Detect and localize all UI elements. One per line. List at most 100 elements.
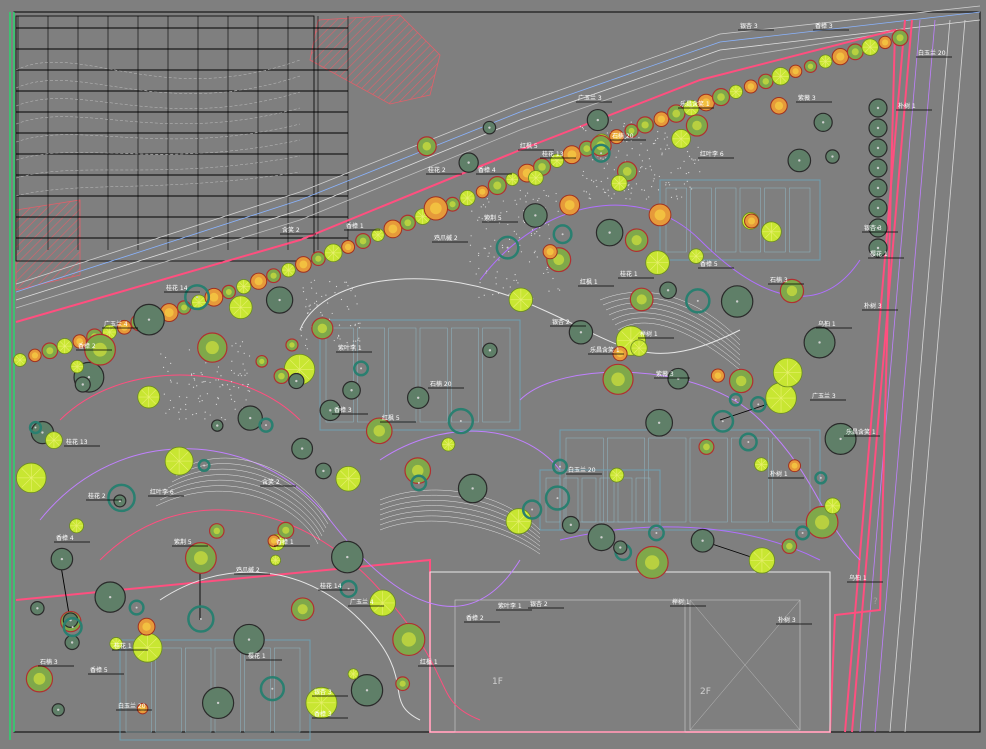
paving-dot <box>685 172 687 175</box>
paving-dot <box>301 326 303 328</box>
unit-outline <box>419 327 448 423</box>
tree-symbol <box>266 268 282 284</box>
paving-dot <box>354 324 356 326</box>
paving-dot <box>485 228 487 230</box>
paving-dot <box>203 381 205 383</box>
paving-dot <box>354 295 356 297</box>
paving-dot <box>331 312 333 315</box>
paving-dot <box>502 200 504 202</box>
plant-label: 银杏 3 <box>740 22 758 30</box>
tree-symbol <box>771 67 790 86</box>
unit-outline <box>274 647 301 733</box>
plant-label: 桂花 2 <box>428 166 446 174</box>
paving-dot <box>477 254 480 257</box>
paving-dot <box>643 189 646 191</box>
paving-dot <box>502 287 504 289</box>
unit-outline <box>244 647 271 733</box>
paving-dot <box>321 314 323 316</box>
tree-symbol <box>441 437 456 452</box>
paving-dot <box>245 399 247 401</box>
unit-outline <box>715 187 737 253</box>
paving-dot <box>493 256 495 258</box>
paving-dot <box>581 126 583 129</box>
paving-dot <box>185 408 187 411</box>
tree-symbol <box>685 288 711 314</box>
plant-label: 桂花 13 <box>542 150 564 158</box>
paving-dot <box>641 166 643 168</box>
paving-dot <box>654 139 657 141</box>
tree-symbol <box>339 579 358 598</box>
tree-symbol <box>711 88 731 107</box>
paving-dot <box>234 408 236 410</box>
tree-symbol <box>250 272 268 290</box>
tree-symbol <box>211 419 224 432</box>
paving-dot <box>199 395 201 397</box>
plant-label: 朴树 1 <box>770 470 788 478</box>
paving-dot <box>333 339 335 342</box>
paving-dot <box>513 279 515 282</box>
paving-dot <box>665 182 667 184</box>
paving-dot <box>686 180 688 182</box>
tree-symbol <box>51 703 65 717</box>
tree-symbol <box>770 97 788 115</box>
paving-dot <box>518 216 520 218</box>
paving-dot <box>625 198 627 200</box>
paving-dot <box>313 279 316 281</box>
plant-label: 榉树 1 <box>672 598 690 606</box>
paving-dot <box>186 396 188 398</box>
paving-dot <box>607 189 609 191</box>
tree-symbol <box>406 386 430 410</box>
paving-dot <box>247 390 249 392</box>
unit-outline <box>772 437 811 523</box>
tree-symbol <box>13 353 27 367</box>
tree-symbol <box>335 466 362 492</box>
tree-symbol <box>482 120 497 135</box>
paving-dot <box>358 337 360 339</box>
plant-label: 香樟 2 <box>78 342 96 350</box>
paving-dot <box>243 352 245 354</box>
paving-dot <box>231 360 233 362</box>
paving-dot <box>558 289 561 291</box>
plant-label: 桂花 14 <box>166 284 188 292</box>
paving-dot <box>585 191 588 193</box>
tree-symbol <box>355 233 372 250</box>
tree-symbol <box>772 357 803 388</box>
paving-dot <box>500 212 502 214</box>
paving-dot <box>345 281 347 283</box>
paving-dot <box>547 271 549 274</box>
tree-symbol <box>781 538 798 554</box>
tree-symbol <box>720 285 754 318</box>
paving-dot <box>638 170 641 172</box>
paving-dot <box>515 233 518 235</box>
paving-dot <box>548 290 550 292</box>
unit-outline <box>764 187 786 253</box>
paving-dot <box>508 238 511 240</box>
paving-dot <box>533 252 536 254</box>
tree-symbol <box>458 152 479 173</box>
paving-dot <box>648 158 650 160</box>
paving-dot <box>315 292 318 294</box>
paving-dot <box>536 256 538 258</box>
paving-dot <box>592 159 594 161</box>
plant-label: 紫薇 3 <box>798 94 816 102</box>
paving-dot <box>310 281 312 283</box>
tree-symbol <box>69 518 84 534</box>
unit-outline <box>635 477 651 523</box>
paving-dot <box>610 119 613 121</box>
paving-dot <box>694 159 696 161</box>
tree-symbol <box>528 170 544 186</box>
paving-dot <box>244 374 246 376</box>
paving-dot <box>660 148 662 150</box>
paving-dot <box>484 247 486 250</box>
topo-line <box>15 59 301 79</box>
paving-dot <box>547 224 550 226</box>
paving-dot <box>646 149 649 151</box>
tree-symbol <box>291 437 314 460</box>
paving-dot <box>306 348 308 350</box>
tree-symbol <box>184 542 217 574</box>
paving-dot <box>663 138 666 140</box>
paving-dot <box>531 229 534 231</box>
paving-dot <box>641 160 644 162</box>
plant-label: 香樟 2 <box>466 614 484 622</box>
plant-label: 红叶李 6 <box>150 488 174 496</box>
